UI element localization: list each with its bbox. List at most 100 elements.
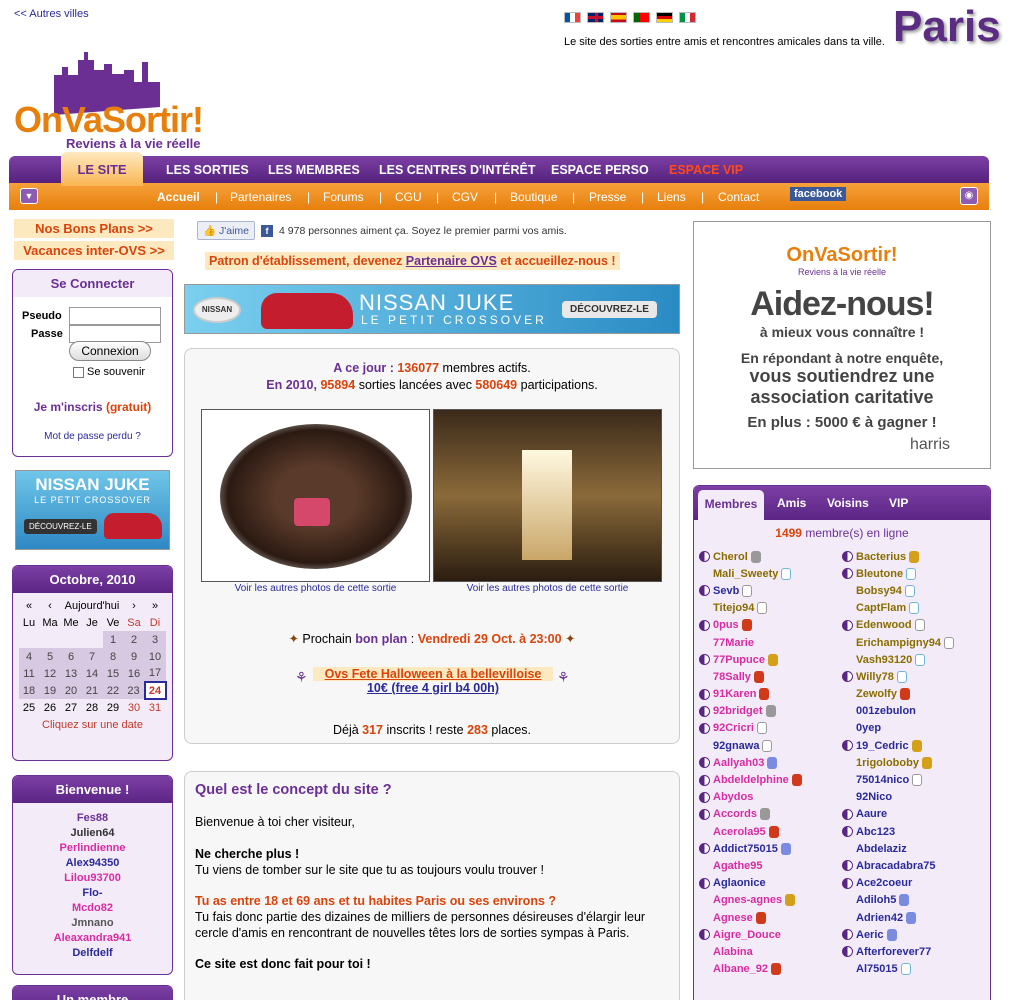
subnav-forums[interactable]: Forums [323, 190, 364, 204]
cal-day[interactable]: 17 [144, 665, 166, 682]
facebook-link[interactable]: facebook [790, 187, 847, 201]
member-row[interactable]: 92gnawa [699, 737, 802, 754]
flag-es-icon[interactable] [610, 12, 627, 23]
member-name[interactable]: Accords [713, 808, 757, 820]
welcome-member-link[interactable]: Perlindienne [13, 841, 172, 856]
member-row[interactable]: 001zebulon [842, 703, 954, 720]
partner-link[interactable]: Partenaire OVS [406, 254, 497, 268]
tab-membres[interactable]: Membres [698, 490, 764, 520]
member-name[interactable]: 92Nico [856, 791, 892, 803]
cal-day[interactable]: 29 [103, 699, 124, 716]
member-name[interactable]: Abc123 [856, 826, 895, 838]
member-row[interactable]: 78Sally [699, 668, 802, 685]
pseudo-input[interactable] [69, 307, 161, 325]
member-name[interactable]: Alabina [713, 946, 753, 958]
member-name[interactable]: 001zebulon [856, 705, 916, 717]
member-row[interactable]: Willy78 [842, 668, 954, 685]
cal-day[interactable]: 24 [143, 681, 167, 700]
member-row[interactable]: Al75015 [842, 961, 954, 978]
welcome-member-link[interactable]: Delfdelf [13, 946, 172, 961]
subnav-contact[interactable]: Contact [718, 190, 759, 204]
cal-day[interactable]: 4 [18, 648, 40, 665]
member-name[interactable]: Albane_92 [713, 963, 768, 975]
cal-today-link[interactable]: Aujourd'hui [61, 597, 124, 614]
cal-prev-month[interactable]: ‹ [40, 597, 61, 614]
member-row[interactable]: 91Karen [699, 686, 802, 703]
outing-photo-2[interactable] [433, 409, 662, 582]
member-name[interactable]: Willy78 [856, 671, 894, 683]
site-logo[interactable]: OnVaSortir! Reviens à la vie réelle [14, 40, 254, 160]
nissan-ad-banner[interactable]: NISSAN NISSAN JUKE LE PETIT CROSSOVER DÉ… [184, 284, 680, 334]
cal-day[interactable]: 13 [60, 665, 82, 682]
subnav-presse[interactable]: Presse [589, 190, 626, 204]
member-name[interactable]: 92bridget [713, 705, 763, 717]
flag-pt-icon[interactable] [633, 12, 650, 23]
cal-day[interactable]: 16 [123, 665, 145, 682]
member-row[interactable]: Adiloh5 [842, 892, 954, 909]
flag-de-icon[interactable] [656, 12, 673, 23]
remember-me[interactable]: Se souvenir [73, 366, 145, 378]
member-row[interactable]: 92bridget [699, 703, 802, 720]
welcome-member-link[interactable]: Julien64 [13, 826, 172, 841]
member-row[interactable]: Erichampigny94 [842, 634, 954, 651]
member-row[interactable]: Acerola95 [699, 823, 802, 840]
member-row[interactable]: Titejo94 [699, 600, 802, 617]
member-row[interactable]: Cherol [699, 548, 802, 565]
member-name[interactable]: Titejo94 [713, 602, 754, 614]
member-row[interactable]: Edenwood [842, 617, 954, 634]
lost-password-link[interactable]: Mot de passe perdu ? [13, 431, 172, 442]
subnav-boutique[interactable]: Boutique [510, 190, 557, 204]
welcome-member-link[interactable]: Alex94350 [13, 856, 172, 871]
member-row[interactable]: 0yep [842, 720, 954, 737]
cal-day[interactable]: 12 [39, 665, 61, 682]
member-row[interactable]: Mali_Sweety [699, 565, 802, 582]
event-link[interactable]: Ovs Fete Halloween à la bellevilloise 10… [313, 667, 553, 695]
nav-espace-perso[interactable]: ESPACE PERSO [551, 163, 649, 177]
cal-day[interactable]: 8 [102, 648, 124, 665]
member-name[interactable]: Cherol [713, 551, 748, 563]
subnav-partenaires[interactable]: Partenaires [230, 190, 291, 204]
left-ad-banner[interactable]: NISSAN JUKE LE PETIT CROSSOVER DÉCOUVREZ… [15, 470, 170, 550]
cal-prev-year[interactable]: « [19, 597, 40, 614]
member-row[interactable]: Zewolfy [842, 686, 954, 703]
remember-checkbox[interactable] [73, 366, 84, 378]
cal-day[interactable]: 18 [18, 682, 40, 699]
cal-day[interactable]: 3 [144, 631, 166, 648]
member-row[interactable]: 0pus [699, 617, 802, 634]
member-row[interactable]: CaptFlam [842, 600, 954, 617]
member-row[interactable]: Abdeldelphine [699, 771, 802, 788]
member-name[interactable]: Erichampigny94 [856, 637, 941, 649]
like-button[interactable]: 👍 J'aime [197, 221, 256, 240]
cal-next-year[interactable]: » [145, 597, 166, 614]
nav-centres[interactable]: LES CENTRES D'INTÉRÊT [379, 163, 535, 177]
member-name[interactable]: 0pus [713, 619, 739, 631]
member-name[interactable]: Adrien42 [856, 912, 903, 924]
member-row[interactable]: Agnes-agnes [699, 892, 802, 909]
member-row[interactable]: Bacterius [842, 548, 954, 565]
member-name[interactable]: Bleutone [856, 568, 903, 580]
survey-ad[interactable]: OnVaSortir! Reviens à la vie réelle Aide… [693, 221, 991, 469]
member-row[interactable]: Addict75015 [699, 840, 802, 857]
bons-plans-link[interactable]: Nos Bons Plans >> [14, 219, 174, 238]
member-name[interactable]: Zewolfy [856, 688, 897, 700]
welcome-member-link[interactable]: Jmnano [13, 916, 172, 931]
welcome-member-link[interactable]: Aleaxandra941 [13, 931, 172, 946]
nav-espace-vip[interactable]: ESPACE VIP [669, 163, 743, 177]
cal-day[interactable]: 15 [102, 665, 124, 682]
member-name[interactable]: Agnes-agnes [713, 894, 782, 906]
welcome-member-link[interactable]: Flo- [13, 886, 172, 901]
cal-day[interactable]: 1 [102, 631, 124, 648]
cal-day[interactable]: 23 [123, 682, 145, 699]
tab-voisins[interactable]: Voisins [827, 496, 869, 510]
member-name[interactable]: 77Marie [713, 637, 754, 649]
member-name[interactable]: Vash93120 [856, 654, 912, 666]
member-row[interactable]: Abdelaziz [842, 840, 954, 857]
member-row[interactable]: Bobsy94 [842, 582, 954, 599]
member-row[interactable]: Afterforever77 [842, 943, 954, 960]
member-name[interactable]: 1rigoloboby [856, 757, 919, 769]
cal-day[interactable]: 20 [60, 682, 82, 699]
member-row[interactable]: Albane_92 [699, 961, 802, 978]
member-name[interactable]: Bacterius [856, 551, 906, 563]
cal-day[interactable]: 5 [39, 648, 61, 665]
member-name[interactable]: Aeric [856, 929, 884, 941]
